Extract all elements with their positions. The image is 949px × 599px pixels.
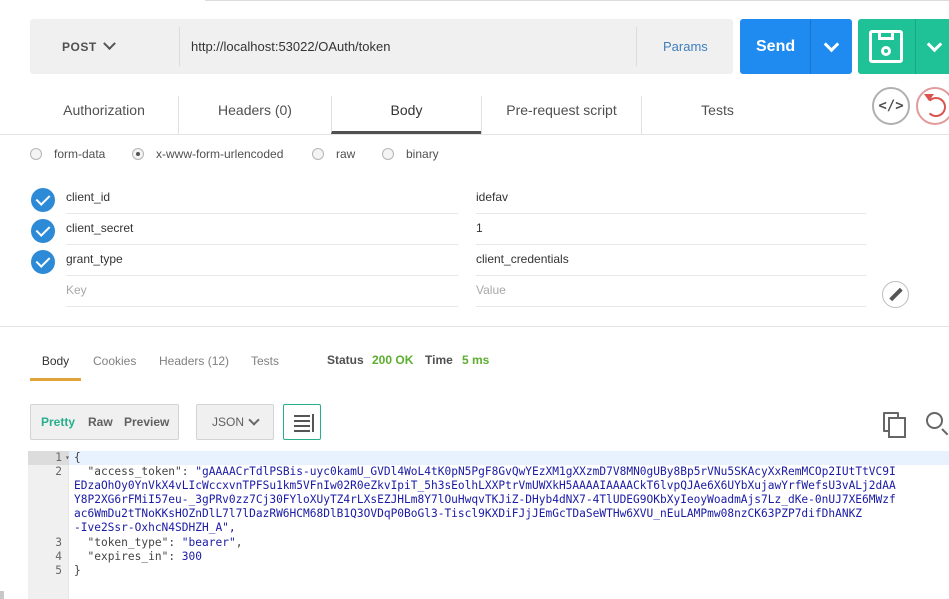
radio-raw[interactable]: raw — [312, 147, 355, 161]
divider — [915, 19, 916, 74]
response-body-editor[interactable]: 1 ▾ 2 3 4 5 { "access_token": "gAAAACrTd… — [28, 451, 949, 599]
reset-icon[interactable] — [916, 87, 949, 125]
method-label: POST — [62, 39, 97, 54]
tab-pre-request-script[interactable]: Pre-request script — [481, 96, 641, 134]
value-input[interactable]: Value — [476, 276, 866, 307]
param-key[interactable]: client_id — [66, 183, 458, 214]
code-line: { — [74, 451, 81, 464]
param-value[interactable]: 1 — [476, 214, 866, 245]
params-button[interactable]: Params — [663, 19, 708, 74]
pencil-icon[interactable] — [882, 281, 909, 308]
tabs-underline — [0, 134, 949, 135]
floppy-disk-icon — [869, 30, 903, 63]
code-snippet-icon[interactable]: </> — [872, 87, 910, 125]
key-input[interactable]: Key — [66, 276, 458, 307]
code-line-wrap: ac6WmDu2tTNoKKsHOZnDlL7l7lDazRW6HCM68DlB… — [74, 507, 863, 520]
line-number: 3 — [55, 536, 62, 549]
radio-label: binary — [406, 147, 439, 161]
checkmark-icon[interactable] — [31, 250, 55, 274]
param-row: client_secret 1 — [0, 214, 949, 245]
tab-response-tests[interactable]: Tests — [251, 350, 279, 372]
tab-headers[interactable]: Headers (0) — [178, 96, 331, 134]
radio-label: raw — [336, 147, 356, 161]
json-string: "bearer" — [181, 536, 236, 549]
json-key: "expires_in" — [87, 550, 169, 563]
send-label: Send — [756, 38, 796, 55]
pretty-button[interactable]: Pretty — [41, 405, 75, 439]
checkmark-icon[interactable] — [31, 219, 55, 243]
send-button[interactable]: Send — [740, 19, 852, 74]
url-input[interactable]: http://localhost:53022/OAuth/token — [191, 19, 390, 74]
code-line: "access_token": "gAAAACrTdlPSBis-uyc0kam… — [87, 465, 896, 478]
method-dropdown[interactable]: POST — [30, 19, 150, 74]
url-bar: POST http://localhost:53022/OAuth/token … — [30, 19, 733, 74]
fold-arrow-icon[interactable]: ▾ — [65, 453, 70, 462]
time-label: Time — [425, 353, 453, 367]
code-line-wrap: EDzaOhOy0YnVkX4vLIcWccxvnTPFSu1km5VFnIw0… — [74, 479, 896, 492]
line-number: 1 — [28, 451, 69, 465]
param-row: client_id idefav — [0, 183, 949, 214]
chevron-down-icon — [102, 37, 116, 51]
param-row-new: Key Value — [0, 276, 949, 307]
scroll-edge — [0, 591, 4, 599]
code-line-wrap: -Ive2Ssr-OxhcN4SDHZH_A", — [74, 521, 236, 534]
response-tabs: Body Cookies Headers (12) Tests Status 2… — [0, 350, 949, 384]
radio-form-data[interactable]: form-data — [30, 147, 105, 161]
code-line: } — [74, 564, 81, 577]
preview-button[interactable]: Preview — [124, 405, 169, 439]
section-divider — [0, 326, 949, 327]
tab-cookies[interactable]: Cookies — [93, 350, 136, 372]
divider — [636, 27, 637, 66]
param-value[interactable]: idefav — [476, 183, 866, 214]
tab-body[interactable]: Body — [331, 96, 481, 134]
tab-response-headers[interactable]: Headers (12) — [159, 350, 229, 372]
top-divider — [205, 0, 949, 1]
radio-icon — [382, 148, 394, 160]
param-key[interactable]: client_secret — [66, 214, 458, 245]
param-key[interactable]: grant_type — [66, 245, 458, 276]
code-line-wrap: Y8P2XG6rFMiI57eu-_3gPRv0zz7Cj30FYloXUyTZ… — [74, 493, 896, 506]
tab-response-body[interactable]: Body — [30, 350, 81, 381]
radio-binary[interactable]: binary — [382, 147, 439, 161]
chevron-down-icon[interactable] — [926, 36, 943, 53]
format-label: JSON — [212, 415, 245, 429]
view-mode-group: Pretty Raw Preview — [30, 404, 179, 440]
line-number: 4 — [55, 550, 62, 563]
chevron-down-icon[interactable] — [823, 36, 840, 53]
raw-button[interactable]: Raw — [88, 405, 113, 439]
active-line-highlight — [69, 451, 949, 465]
format-dropdown[interactable]: JSON — [196, 404, 274, 440]
json-key: "token_type" — [87, 536, 169, 549]
status-value: 200 OK — [372, 353, 414, 367]
radio-icon — [312, 148, 324, 160]
code-line: "expires_in": 300 — [87, 550, 203, 563]
request-tabs: Authorization Headers (0) Body Pre-reque… — [0, 96, 949, 135]
tab-tests[interactable]: Tests — [641, 96, 793, 134]
line-number: 5 — [55, 564, 62, 577]
divider — [179, 27, 180, 66]
radio-icon — [30, 148, 42, 160]
param-value[interactable]: client_credentials — [476, 245, 866, 276]
json-key: "access_token" — [87, 465, 182, 478]
param-row: grant_type client_credentials — [0, 245, 949, 276]
json-string: "gAAAACrTdlPSBis-uyc0kamU_GVDl4WoL4tK0pN… — [195, 465, 896, 478]
line-number: 2 — [55, 465, 62, 478]
radio-label: x-www-form-urlencoded — [156, 147, 284, 161]
time-value: 5 ms — [462, 353, 490, 367]
code-line: "token_type": "bearer", — [87, 536, 243, 549]
divider — [810, 19, 811, 74]
chevron-down-icon — [248, 414, 260, 426]
json-number: 300 — [181, 550, 203, 563]
save-button[interactable] — [858, 19, 949, 74]
checkmark-icon[interactable] — [31, 188, 55, 212]
radio-urlencoded[interactable]: x-www-form-urlencoded — [132, 147, 283, 161]
copy-icon[interactable] — [883, 412, 906, 438]
wrap-lines-icon[interactable] — [283, 404, 321, 440]
search-icon[interactable] — [926, 412, 943, 429]
radio-label: form-data — [54, 147, 106, 161]
status-label: Status — [327, 353, 364, 367]
radio-selected-icon — [132, 148, 144, 160]
tab-authorization[interactable]: Authorization — [30, 96, 178, 134]
